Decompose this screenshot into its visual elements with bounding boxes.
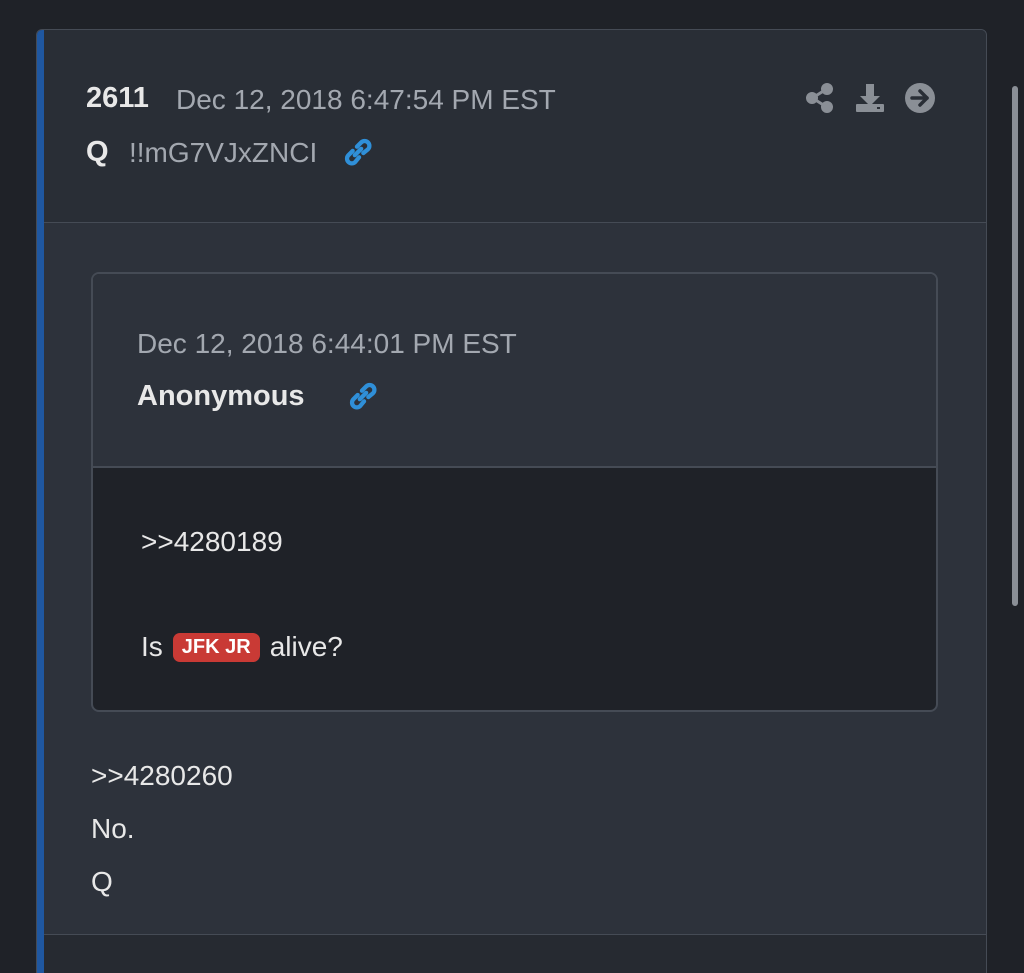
- post-author: Q: [86, 136, 109, 168]
- post-date: Dec 12, 2018 6:47:54 PM EST: [176, 84, 556, 115]
- post-card: 2611 Dec 12, 2018 6:47:54 PM EST Q !!mG7…: [36, 29, 987, 973]
- quoted-text-after: alive?: [269, 631, 343, 662]
- arrow-right-circle-icon[interactable]: [904, 82, 936, 114]
- quoted-post-date: Dec 12, 2018 6:44:01 PM EST: [137, 328, 517, 359]
- link-icon[interactable]: [341, 135, 375, 169]
- post-number: 2611: [86, 82, 149, 114]
- quoted-post-author: Anonymous: [137, 380, 305, 412]
- quoted-post-text: Is JFK JR alive?: [141, 631, 343, 663]
- reply-signature: Q: [91, 866, 113, 897]
- quoted-post-header: Dec 12, 2018 6:44:01 PM EST Anonymous: [93, 274, 936, 468]
- reply-reference[interactable]: >>4280260: [91, 760, 233, 792]
- quoted-post: Dec 12, 2018 6:44:01 PM EST Anonymous >>…: [91, 272, 938, 712]
- reply-text: No.: [91, 813, 135, 844]
- post-header: 2611 Dec 12, 2018 6:47:54 PM EST Q !!mG7…: [44, 30, 986, 223]
- post-actions: [804, 82, 936, 114]
- post-footer: [44, 934, 986, 973]
- quoted-text-before: Is: [141, 631, 163, 662]
- scrollbar-thumb[interactable]: [1012, 86, 1018, 606]
- tag-badge[interactable]: JFK JR: [172, 632, 260, 662]
- page: 2611 Dec 12, 2018 6:47:54 PM EST Q !!mG7…: [0, 0, 1024, 973]
- scrollbar[interactable]: [1012, 86, 1018, 606]
- link-icon[interactable]: [346, 379, 380, 413]
- post-accent-bar: [37, 30, 44, 973]
- share-icon[interactable]: [804, 82, 836, 114]
- download-icon[interactable]: [854, 82, 886, 114]
- post-tripcode: !!mG7VJxZNCI: [129, 137, 318, 168]
- quoted-post-reference[interactable]: >>4280189: [141, 526, 283, 558]
